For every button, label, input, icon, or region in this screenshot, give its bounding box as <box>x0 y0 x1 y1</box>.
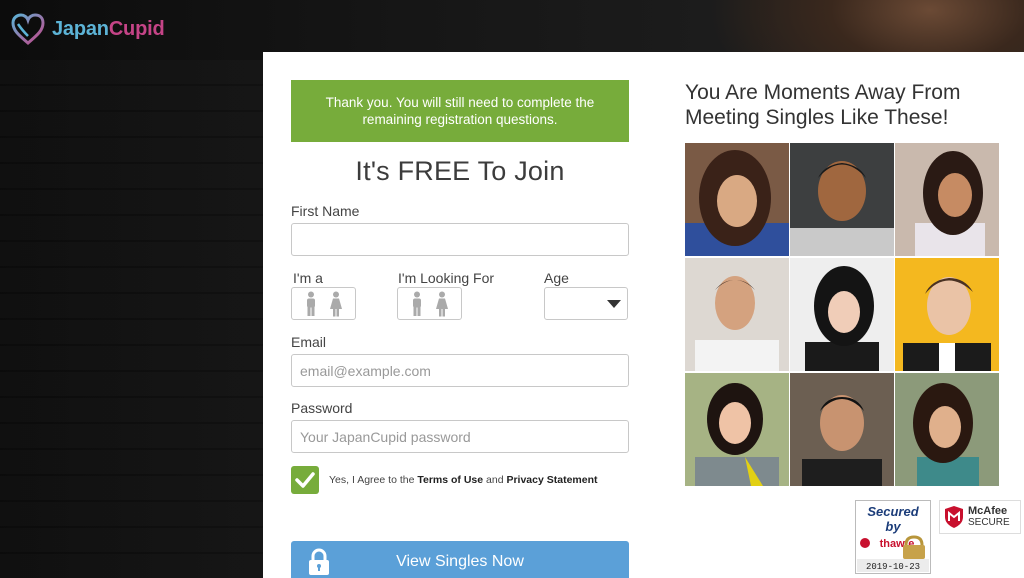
mcafee-text: McAfee SECURE <box>968 505 1010 529</box>
single-photo[interactable] <box>790 373 894 486</box>
looking-for-selector <box>397 287 462 320</box>
brand-name-part1: Japan <box>52 17 109 40</box>
thawte-line2: by <box>885 519 901 534</box>
single-photo[interactable] <box>895 258 999 371</box>
registration-form: Thank you. You will still need to comple… <box>291 80 629 187</box>
heart-logo-icon <box>11 13 45 45</box>
mcafee-secure-badge[interactable]: McAfee SECURE <box>939 500 1021 534</box>
lock-icon <box>309 548 329 575</box>
thawte-date: 2019-10-23 <box>866 562 920 572</box>
singles-photo-grid <box>685 143 999 486</box>
mcafee-line1: McAfee <box>968 505 1008 517</box>
form-heading: It's FREE To Join <box>355 156 565 186</box>
female-icon[interactable] <box>328 291 344 317</box>
email-label: Email <box>291 334 327 350</box>
password-field[interactable]: Your JapanCupid password <box>291 420 629 453</box>
single-photo[interactable] <box>895 373 999 486</box>
email-field[interactable]: email@example.com <box>291 354 629 387</box>
chevron-down-icon <box>607 300 621 308</box>
brand-name: JapanCupid <box>52 17 165 41</box>
first-name-input[interactable] <box>291 223 629 256</box>
single-photo[interactable] <box>685 258 789 371</box>
view-singles-button[interactable]: View Singles Now <box>291 541 629 578</box>
im-a-label: I'm a <box>293 270 323 286</box>
im-a-selector <box>291 287 356 320</box>
single-photo[interactable] <box>685 373 789 486</box>
single-photo[interactable] <box>790 258 894 371</box>
brand-name-part2: Cupid <box>108 17 165 40</box>
single-photo[interactable] <box>685 143 789 256</box>
privacy-link[interactable]: Privacy Statement <box>506 474 597 486</box>
agree-and: and <box>483 474 507 486</box>
male-icon[interactable] <box>409 291 425 317</box>
agree-prefix: Yes, I Agree to the <box>329 474 418 486</box>
first-name-label: First Name <box>291 203 360 219</box>
mcafee-shield-icon <box>945 506 963 528</box>
terms-link[interactable]: Terms of Use <box>417 474 483 486</box>
agree-checkbox[interactable] <box>291 466 319 494</box>
age-select[interactable] <box>544 287 628 320</box>
brand-logo[interactable]: JapanCupid <box>10 12 165 46</box>
view-singles-label: View Singles Now <box>396 553 524 570</box>
female-icon[interactable] <box>434 291 450 317</box>
promo-title: You Are Moments Away From Meeting Single… <box>685 81 961 129</box>
age-label: Age <box>544 270 569 286</box>
checkmark-icon <box>295 472 315 488</box>
mcafee-line2: SECURE <box>968 517 1010 528</box>
thawte-secured-badge[interactable]: Secured by thawte 2019-10-23 <box>855 500 931 574</box>
male-icon[interactable] <box>303 291 319 317</box>
background-texture <box>0 60 263 578</box>
single-photo[interactable] <box>895 143 999 256</box>
password-label: Password <box>291 400 353 416</box>
agree-text: Yes, I Agree to the Terms of Use and Pri… <box>329 474 598 486</box>
single-photo[interactable] <box>790 143 894 256</box>
looking-for-label: I'm Looking For <box>398 270 495 286</box>
thawte-line1: Secured <box>867 504 919 519</box>
notice-banner: Thank you. You will still need to comple… <box>291 80 629 142</box>
registration-panel: Thank you. You will still need to comple… <box>263 52 1024 578</box>
